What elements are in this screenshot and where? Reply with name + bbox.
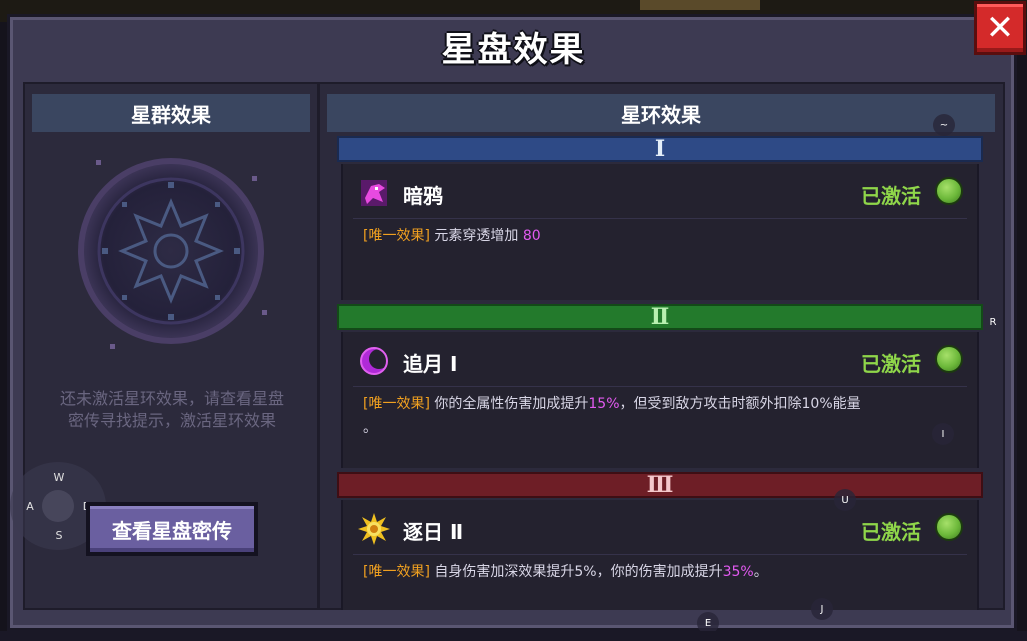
key-hint-j: J [811, 598, 833, 620]
desc-text: 元素穿透增加 [429, 228, 523, 244]
active-orb-icon [935, 345, 963, 373]
ring-description: [唯一效果] 你的全属性伤害加成提升15%，但受到敌方攻击时额外扣除10%能量。 [363, 392, 953, 440]
status-label: 已激活 [861, 520, 921, 544]
crescent-moon-icon [360, 347, 389, 375]
card-divider [353, 386, 967, 387]
key-hint-tilde: ~ [933, 114, 955, 136]
desc-text: 自身伤害加深效果提升5%，你的伤害加成提升 [429, 564, 723, 580]
ring-name: 追月 Ⅰ [403, 352, 458, 376]
ring-card-chase-sun: 逐日 Ⅱ 已激活 [唯一效果] 自身伤害加深效果提升5%，你的伤害加成提升35%… [341, 500, 979, 610]
ring-card-dark-crow: 暗鸦 已激活 [唯一效果] 元素穿透增加 80 [341, 164, 979, 300]
sparkle-decoration [110, 344, 115, 349]
sparkle-decoration [262, 310, 267, 315]
activation-hint: 还未激活星环效果，请查看星盘 密传寻找提示，激活星环效果 [32, 388, 312, 432]
star-ring-effects-header: 星环效果 [327, 94, 995, 132]
key-hint-down: S [55, 529, 63, 542]
ring-description: [唯一效果] 元素穿透增加 80 [363, 224, 953, 248]
ring-effects-list[interactable]: Ⅰ 暗鸦 已激活 [唯一效果] 元素穿透增加 80 Ⅱ 追月 Ⅰ 已激活 [唯一… [337, 134, 985, 610]
column-divider [317, 82, 320, 610]
joystick-nub[interactable] [42, 490, 74, 522]
key-hint-i: I [932, 423, 954, 445]
star-disc-emblem [78, 158, 264, 344]
ring-name: 逐日 Ⅱ [403, 520, 464, 544]
hint-line: 还未激活星环效果，请查看星盘 [59, 389, 284, 408]
card-header: 追月 Ⅰ 已激活 [343, 332, 977, 386]
unique-effect-tag: [唯一效果] [363, 396, 430, 412]
key-hint-up: W [53, 471, 65, 484]
active-orb-icon [935, 177, 963, 205]
hint-line: 密传寻找提示，激活星环效果 [67, 411, 276, 430]
card-header: 暗鸦 已激活 [343, 164, 977, 218]
desc-highlight: 35% [722, 564, 754, 580]
key-hint-left: A [26, 500, 34, 513]
ring-name: 暗鸦 [403, 184, 443, 208]
ring-tier-bar-3: Ⅲ [337, 472, 983, 498]
ring-tier-bar-1: Ⅰ [337, 136, 983, 162]
desc-text: 。 [753, 564, 768, 580]
ring-numeral: Ⅲ [646, 472, 674, 498]
game-background-bottom [0, 631, 1027, 641]
status-label: 已激活 [861, 352, 921, 376]
ring-numeral: Ⅰ [654, 136, 666, 162]
view-star-chart-lore-button[interactable]: 查看星盘密传 [86, 502, 258, 556]
ring-card-chase-moon: 追月 Ⅰ 已激活 [唯一效果] 你的全属性伤害加成提升15%，但受到敌方攻击时额… [341, 332, 979, 468]
key-hint-u: U [834, 489, 856, 511]
active-orb-icon [935, 513, 963, 541]
key-hint-r: R [989, 316, 997, 328]
ring-description: [唯一效果] 自身伤害加深效果提升5%，你的伤害加成提升35%。 [363, 560, 953, 584]
desc-text: 。 [363, 420, 377, 436]
dark-crow-icon [361, 180, 387, 206]
close-icon: ✕ [985, 8, 1015, 48]
unique-effect-tag: [唯一效果] [363, 228, 430, 244]
card-header: 逐日 Ⅱ 已激活 [343, 500, 977, 554]
ring-numeral: Ⅱ [650, 304, 670, 330]
desc-highlight: 15% [588, 396, 620, 412]
desc-text: ，但受到敌方攻击时额外扣除10%能量 [619, 396, 861, 412]
sun-icon [358, 513, 390, 545]
constellation-effects-header: 星群效果 [32, 94, 310, 132]
unique-effect-tag: [唯一效果] [363, 564, 430, 580]
desc-text: 你的全属性伤害加成提升 [429, 396, 589, 412]
window-title: 星盘效果 [441, 30, 586, 70]
status-label: 已激活 [861, 184, 921, 208]
ring-tier-bar-2: Ⅱ [337, 304, 983, 330]
card-divider [353, 218, 967, 219]
desc-highlight: 80 [522, 228, 541, 244]
close-button[interactable]: ✕ [974, 1, 1026, 55]
card-divider [353, 554, 967, 555]
